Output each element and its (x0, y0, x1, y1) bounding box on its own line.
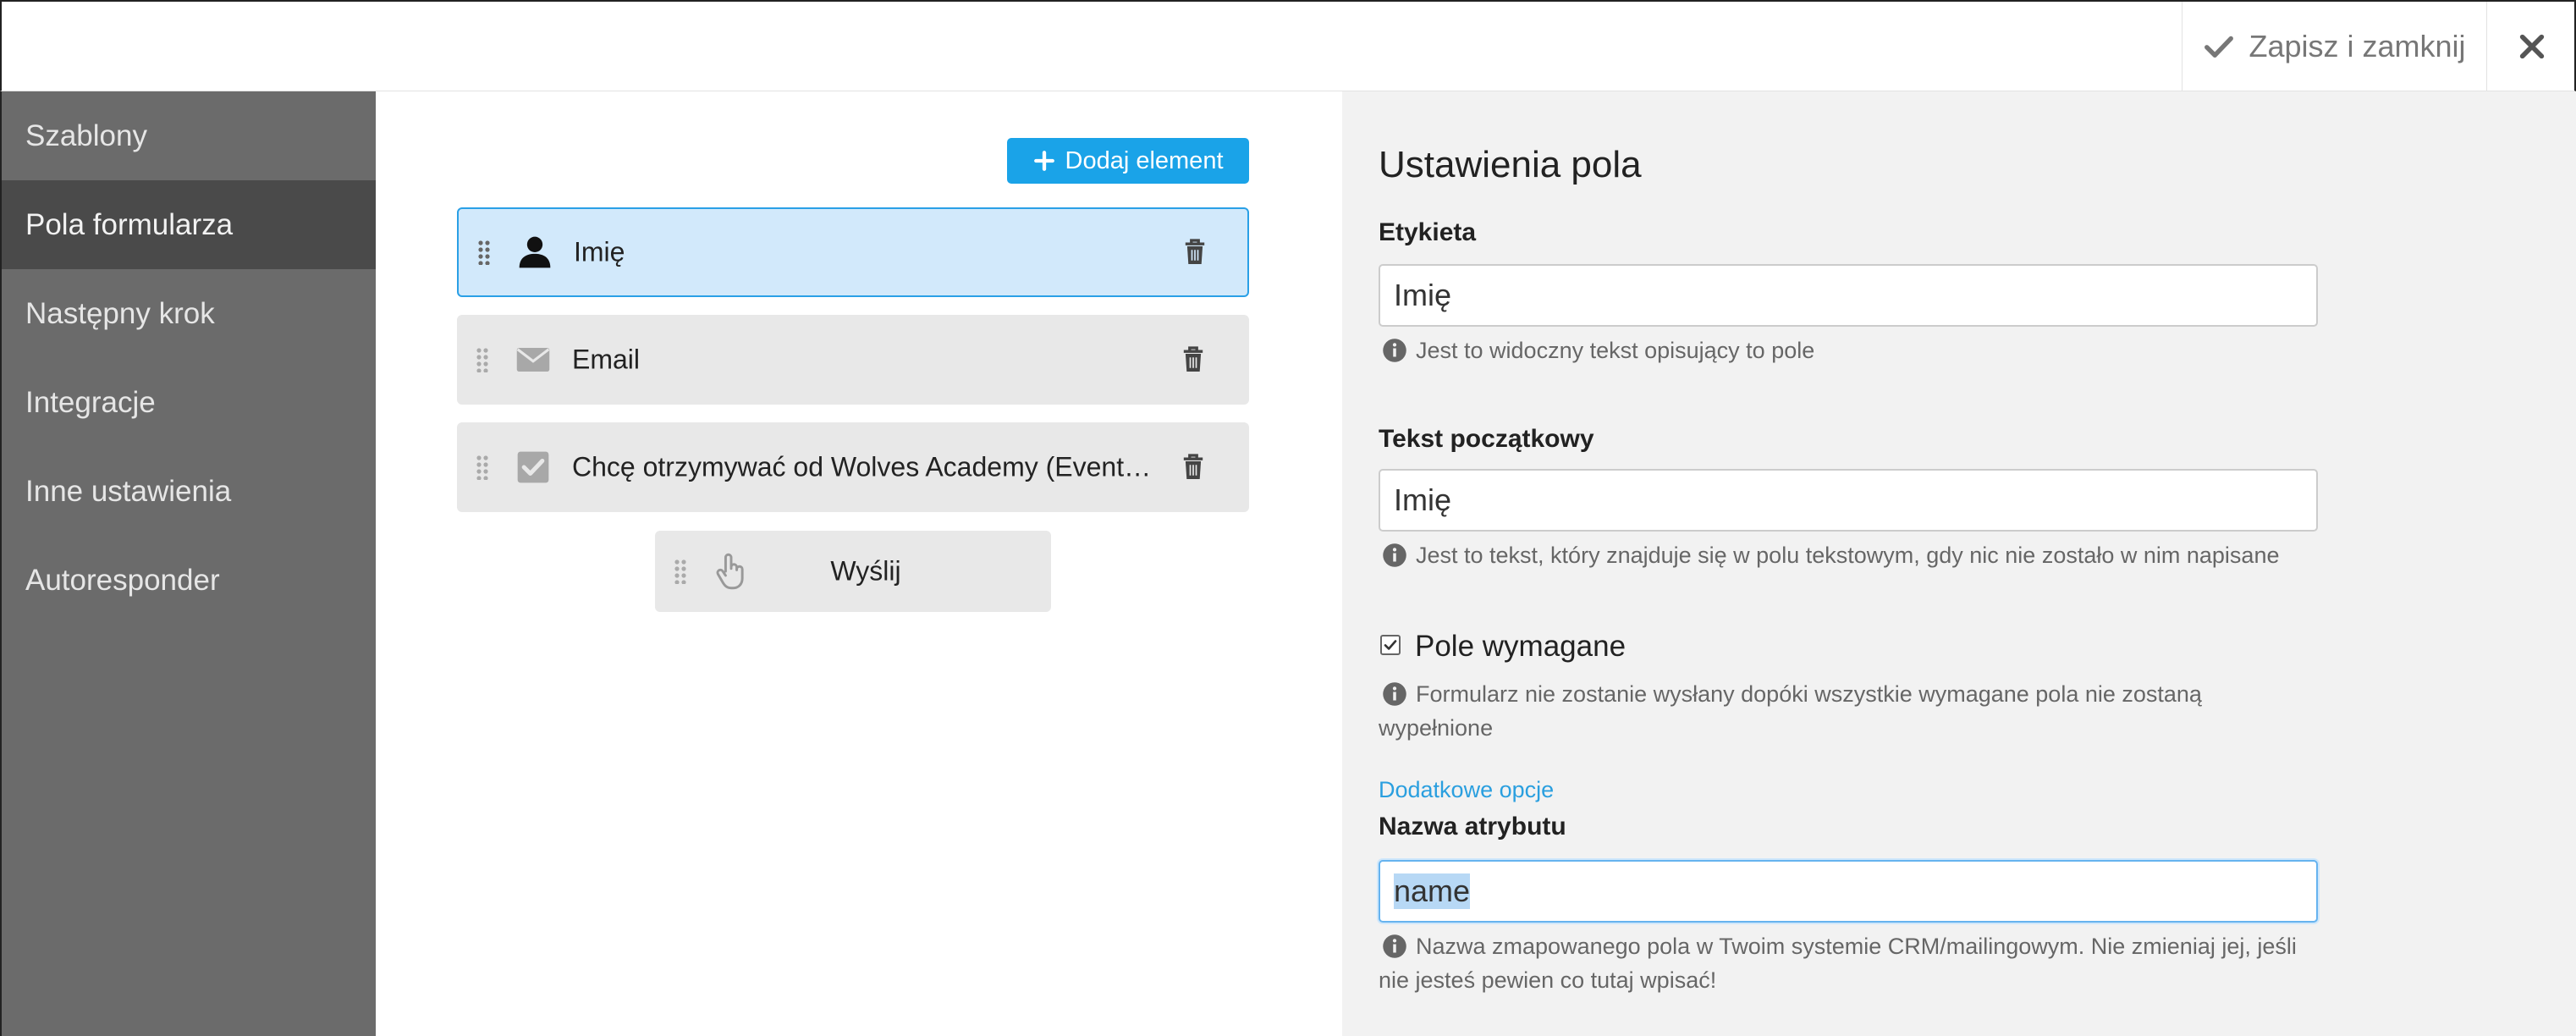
checkmark-icon (2204, 36, 2234, 58)
placeholder-input[interactable] (1379, 469, 2318, 532)
field-label: Imię (574, 236, 625, 267)
sidebar-item-label: Następny krok (25, 296, 215, 330)
field-settings-panel: Ustawienia pola Etykieta Jest to widoczn… (1342, 91, 2576, 1036)
drag-handle-icon[interactable] (476, 455, 489, 480)
trash-icon[interactable] (1183, 238, 1207, 267)
sidebar-item-pola-formularza[interactable]: Pola formularza (2, 180, 376, 269)
sidebar-item-nastepny-krok[interactable]: Następny krok (2, 269, 376, 358)
attribute-help: Nazwa zmapowanego pola w Twoim systemie … (1379, 929, 2318, 997)
sidebar-item-integracje[interactable]: Integracje (2, 358, 376, 447)
close-button[interactable] (2486, 2, 2576, 91)
drag-handle-icon[interactable] (476, 347, 489, 372)
attribute-field-title: Nazwa atrybutu (1379, 813, 1566, 840)
trash-icon[interactable] (1181, 345, 1205, 374)
info-icon (1383, 934, 1406, 958)
top-bar: Zapisz i zamknij (0, 0, 2576, 91)
attribute-input-value: name (1394, 873, 1471, 909)
field-label: Chcę otrzymywać od Wolves Academy (Event… (572, 451, 1156, 482)
add-element-button[interactable]: Dodaj element (1007, 138, 1249, 184)
form-builder: Dodaj element Imię Email Chcę otrzymywać… (376, 91, 1342, 1036)
attribute-input[interactable]: name (1379, 860, 2318, 923)
label-input[interactable] (1379, 264, 2318, 327)
info-icon (1383, 543, 1406, 567)
required-help: Formularz nie zostanie wysłany dopóki ws… (1379, 677, 2318, 745)
sidebar: Szablony Pola formularza Następny krok I… (0, 91, 376, 1036)
save-and-close-button[interactable]: Zapisz i zamknij (2182, 2, 2486, 91)
sidebar-item-label: Szablony (25, 118, 147, 152)
sidebar-item-szablony[interactable]: Szablony (2, 91, 376, 180)
panel-title: Ustawienia pola (1379, 144, 1642, 185)
placeholder-help-text: Jest to tekst, który znajduje się w polu… (1416, 543, 2280, 568)
info-icon (1383, 339, 1406, 362)
plus-icon (1033, 151, 1054, 171)
user-icon (516, 234, 553, 271)
sidebar-item-label: Integracje (25, 385, 156, 419)
info-icon (1383, 682, 1406, 706)
drag-handle-icon[interactable] (477, 240, 491, 265)
checkbox-icon (515, 449, 552, 486)
sidebar-item-label: Autoresponder (25, 563, 220, 597)
required-label: Pole wymagane (1415, 630, 1627, 663)
trash-icon[interactable] (1181, 453, 1205, 482)
label-help: Jest to widoczny tekst opisujący to pole (1379, 333, 2318, 367)
save-and-close-label: Zapisz i zamknij (2248, 29, 2466, 63)
sidebar-item-inne-ustawienia[interactable]: Inne ustawienia (2, 447, 376, 536)
checkmark-icon (1384, 640, 1397, 650)
placeholder-help: Jest to tekst, który znajduje się w polu… (1379, 538, 2318, 572)
field-item-consent[interactable]: Chcę otrzymywać od Wolves Academy (Event… (457, 422, 1249, 512)
submit-label: Wyślij (830, 555, 901, 587)
sidebar-item-label: Inne ustawienia (25, 474, 232, 508)
placeholder-field-title: Tekst początkowy (1379, 425, 1594, 453)
label-field-title: Etykieta (1379, 218, 1477, 246)
field-label: Email (572, 344, 641, 375)
more-options-link[interactable]: Dodatkowe opcje (1379, 777, 1554, 803)
add-element-label: Dodaj element (1065, 146, 1224, 174)
submit-button-item[interactable]: Wyślij (655, 531, 1051, 612)
sidebar-item-label: Pola formularza (25, 207, 234, 241)
required-checkbox[interactable] (1380, 635, 1401, 655)
label-help-text: Jest to widoczny tekst opisujący to pole (1416, 338, 1815, 363)
required-help-text: Formularz nie zostanie wysłany dopóki ws… (1379, 681, 2202, 741)
attribute-help-text: Nazwa zmapowanego pola w Twoim systemie … (1379, 934, 2297, 993)
field-item-email[interactable]: Email (457, 315, 1249, 405)
close-icon (2519, 34, 2544, 59)
sidebar-item-autoresponder[interactable]: Autoresponder (2, 536, 376, 625)
envelope-icon (515, 341, 552, 378)
field-item-name[interactable]: Imię (457, 207, 1249, 297)
